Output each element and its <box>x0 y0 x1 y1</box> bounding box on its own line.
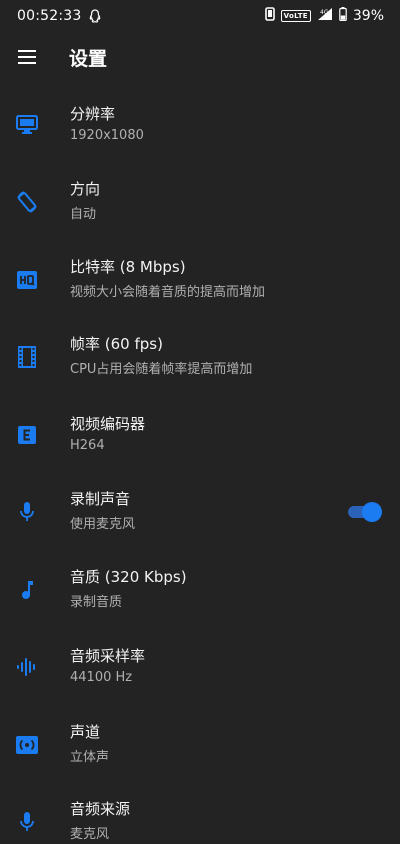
toggle-thumb <box>362 502 382 523</box>
setting-title: 音质 (320 Kbps) <box>70 567 187 586</box>
setting-value: 录制音质 <box>70 594 123 610</box>
volte-badge: VoLTE <box>280 10 311 22</box>
setting-sample-rate[interactable]: 音频采样率 44100 Hz <box>0 629 400 707</box>
setting-title: 帧率 (60 fps) <box>70 335 163 354</box>
setting-value: 视频大小会随着音质的提高而增加 <box>70 284 266 300</box>
surround-sound-icon <box>0 706 70 784</box>
film-strip-icon <box>0 319 70 397</box>
page-title: 设置 <box>69 47 108 70</box>
setting-resolution[interactable]: 分辨率 1920x1080 <box>0 86 400 164</box>
status-right-group: VoLTE 4G 39% <box>264 7 384 25</box>
setting-value: 自动 <box>70 207 97 223</box>
qq-notification-icon <box>89 9 101 23</box>
setting-bitrate[interactable]: 比特率 (8 Mbps) 视频大小会随着音质的提高而增加 <box>0 241 400 319</box>
setting-value: H264 <box>70 437 105 453</box>
setting-orientation[interactable]: 方向 自动 <box>0 164 400 242</box>
setting-title: 方向 <box>70 180 101 199</box>
setting-title: 比特率 (8 Mbps) <box>70 257 186 276</box>
microphone-icon <box>0 474 70 552</box>
record-audio-toggle[interactable] <box>348 502 382 523</box>
setting-audio-quality[interactable]: 音质 (320 Kbps) 录制音质 <box>0 551 400 629</box>
setting-title: 音频采样率 <box>70 647 146 666</box>
setting-value: 44100 Hz <box>70 670 133 686</box>
battery-icon <box>339 7 347 25</box>
setting-value: 麦克风 <box>70 827 110 843</box>
music-note-icon <box>0 551 70 629</box>
settings-list: 分辨率 1920x1080 方向 自动 比特率 (8 Mbps) 视频大小会随着… <box>0 86 400 844</box>
setting-video-encoder[interactable]: 视频编码器 H264 <box>0 396 400 474</box>
setting-value: 使用麦克风 <box>70 517 136 533</box>
setting-title: 音频来源 <box>70 800 131 819</box>
setting-title: 分辨率 <box>70 104 116 123</box>
signal-4g-icon: 4G <box>317 7 333 25</box>
setting-title: 声道 <box>70 722 101 741</box>
waveform-icon <box>0 629 70 707</box>
network-label: 4G <box>320 9 329 16</box>
setting-value: 1920x1080 <box>70 127 144 143</box>
setting-value: CPU占用会随着帧率提高而增加 <box>70 362 253 378</box>
setting-framerate[interactable]: 帧率 (60 fps) CPU占用会随着帧率提高而增加 <box>0 319 400 397</box>
setting-record-audio[interactable]: 录制声音 使用麦克风 <box>0 474 400 552</box>
hamburger-menu-icon[interactable] <box>0 32 55 82</box>
setting-audio-source[interactable]: 音频来源 麦克风 <box>0 784 400 844</box>
hq-icon <box>0 241 70 319</box>
status-time: 00:52:33 <box>17 8 82 24</box>
app-bar: 设置 <box>0 32 400 82</box>
phone-vibrate-icon <box>264 7 275 25</box>
setting-title: 视频编码器 <box>70 414 146 433</box>
setting-title: 录制声音 <box>70 490 131 509</box>
setting-channels[interactable]: 声道 立体声 <box>0 706 400 784</box>
screen-rotation-icon <box>0 164 70 242</box>
battery-percent: 39% <box>352 8 384 24</box>
status-bar: 00:52:33 VoLTE 4G 39% <box>0 0 400 32</box>
monitor-icon <box>0 86 70 164</box>
setting-value: 立体声 <box>70 749 110 765</box>
encoder-e-icon <box>0 396 70 474</box>
microphone-icon <box>0 784 70 844</box>
